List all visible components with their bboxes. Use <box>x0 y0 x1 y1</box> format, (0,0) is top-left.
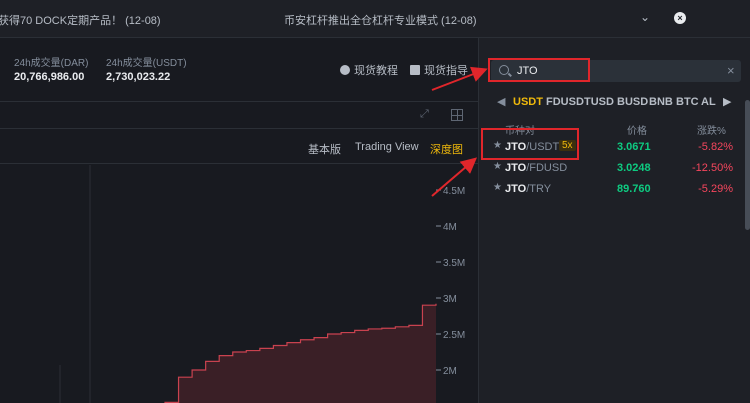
annotation-arrow-result <box>431 157 478 197</box>
annotation-arrows <box>431 66 488 197</box>
annotation-arrow-search <box>431 66 488 91</box>
